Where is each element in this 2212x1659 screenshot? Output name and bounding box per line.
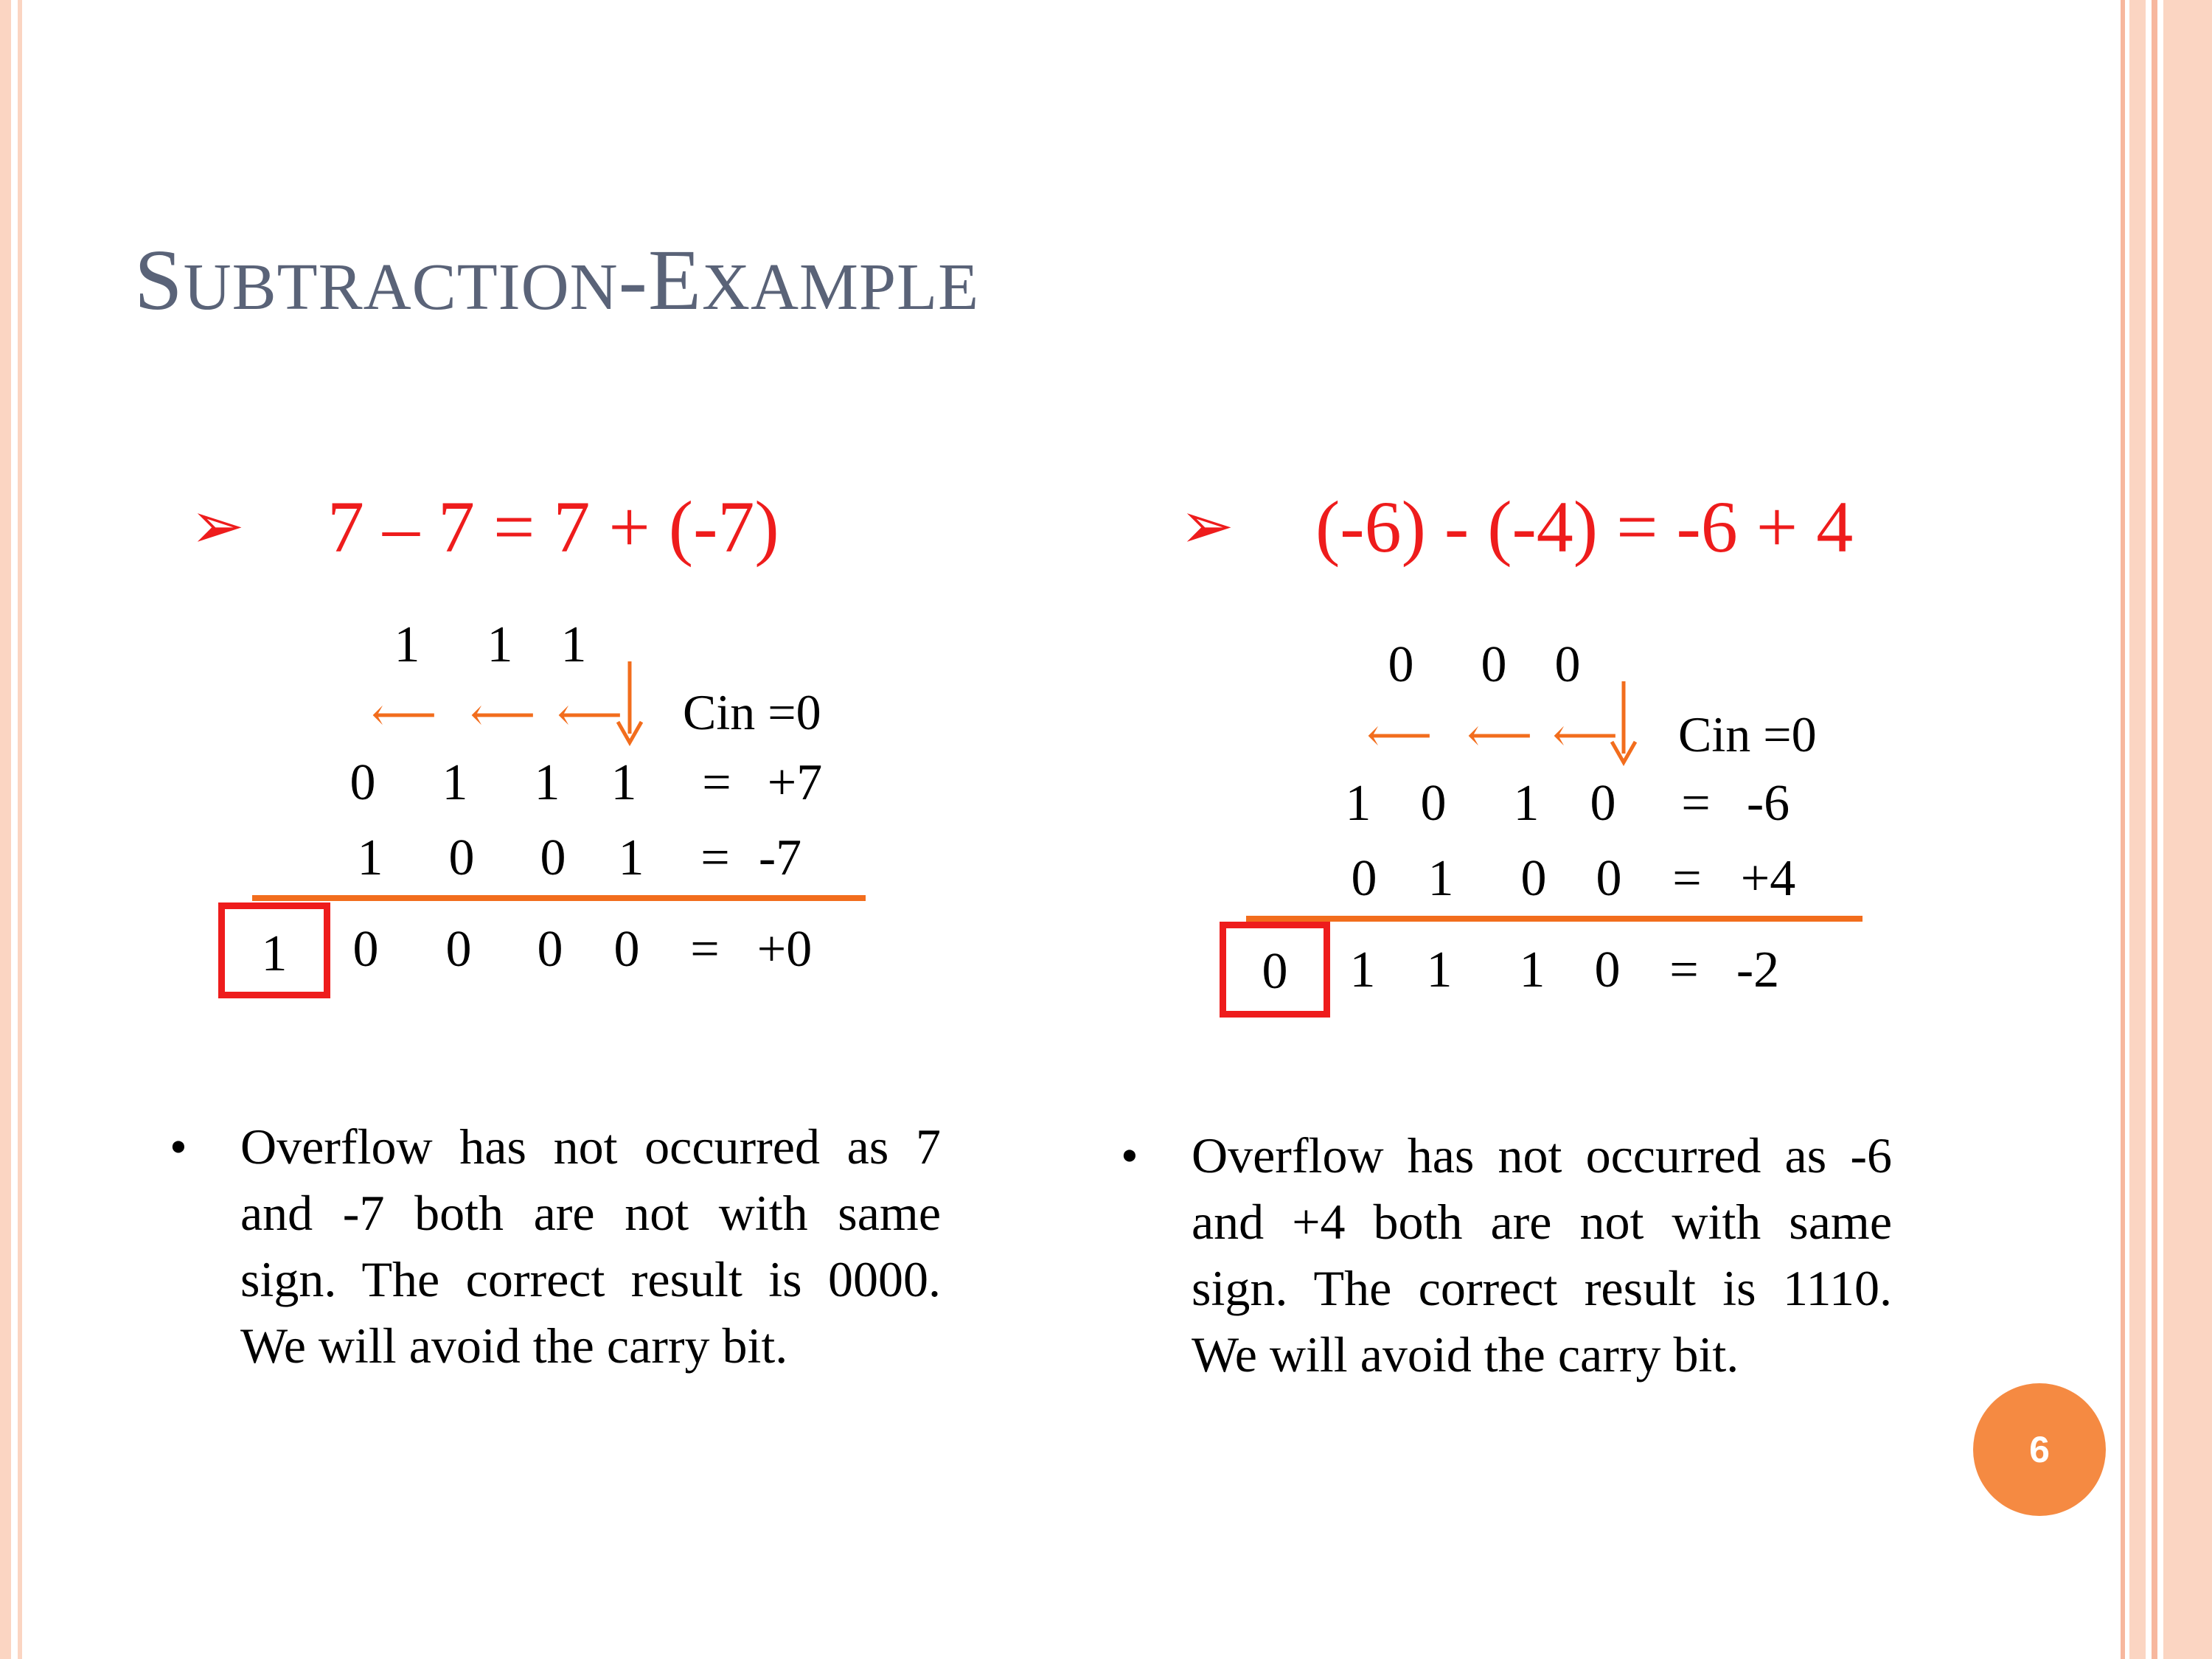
operand-digit: 1 [618, 830, 644, 886]
result-digit: 0 [613, 921, 640, 978]
equals-sign: = [1672, 850, 1702, 907]
result-digit: 1 [1519, 942, 1545, 998]
operand-digit: 1 [611, 754, 637, 811]
right-stripe [2163, 0, 2212, 1659]
left-heading: 7 – 7 = 7 + (-7) [327, 486, 779, 568]
decimal-value: +7 [767, 754, 823, 811]
carry-down-arrow-icon [1610, 681, 1638, 767]
result-digit: 0 [445, 921, 472, 978]
sum-rule [252, 895, 866, 901]
right-note: Overflow has not occurred as -6 and +4 b… [1192, 1127, 1892, 1382]
operand-digit: 0 [448, 830, 475, 886]
bullet-icon: • [170, 1119, 187, 1175]
decimal-value: -6 [1746, 775, 1790, 832]
operand-digit: 1 [534, 754, 560, 811]
result-digit: 1 [1426, 942, 1453, 998]
slide-title: SUBTRACTION-EXAMPLE [134, 232, 979, 328]
decimal-value: +4 [1740, 850, 1796, 907]
equals-sign: = [702, 754, 731, 811]
carry-left-arrow-icon: ⟵ [470, 690, 536, 740]
decimal-value: -2 [1736, 942, 1780, 998]
carry-digit: 0 [1388, 636, 1414, 693]
carry-digit: 1 [560, 616, 587, 673]
decimal-value: +0 [757, 921, 813, 978]
title-separator: - [618, 232, 648, 328]
carry-digit: 0 [1481, 636, 1507, 693]
operand-digit: 0 [349, 754, 376, 811]
equals-sign: = [1681, 775, 1711, 832]
arrow-bullet-icon: ➢ [190, 491, 245, 563]
right-stripe [2157, 0, 2163, 1659]
carry-left-arrow-icon: ⟵ [371, 690, 437, 740]
left-note: Overflow has not occurred as 7 and -7 bo… [240, 1119, 941, 1374]
page-number-badge: 6 [1973, 1383, 2106, 1516]
equals-sign: = [700, 830, 730, 886]
operand-digit: 1 [357, 830, 383, 886]
operand-digit: 0 [1596, 850, 1622, 907]
operand-digit: 1 [1427, 850, 1454, 907]
operand-digit: 0 [1351, 850, 1377, 907]
carry-left-arrow-icon: ⟵ [1467, 711, 1533, 761]
decimal-value: -7 [758, 830, 802, 886]
equals-sign: = [1669, 942, 1699, 998]
left-border-thin [18, 0, 22, 1659]
operand-digit: 0 [1420, 775, 1447, 832]
carry-down-arrow-icon [616, 661, 644, 747]
operand-digit: 1 [1345, 775, 1371, 832]
left-border [0, 0, 11, 1659]
right-heading: (-6) - (-4) = -6 + 4 [1315, 486, 1854, 568]
title-cap: S [134, 232, 184, 328]
carry-in-label: Cin =0 [1678, 706, 1817, 762]
result-digit: 0 [352, 921, 379, 978]
right-stripe [2121, 0, 2125, 1659]
sum-rule [1246, 916, 1863, 922]
operand-digit: 0 [1590, 775, 1616, 832]
carry-left-arrow-icon: ⟵ [1366, 711, 1433, 761]
right-stripe [2129, 0, 2146, 1659]
carry-digit: 1 [394, 616, 420, 673]
result-digit: 0 [1594, 942, 1621, 998]
operand-digit: 0 [1520, 850, 1547, 907]
title-small: XAMPLE [702, 251, 980, 324]
right-stripe [2146, 0, 2152, 1659]
carry-out-digit: 1 [261, 925, 288, 982]
operand-digit: 1 [442, 754, 468, 811]
carry-in-label: Cin =0 [683, 684, 821, 740]
title-cap: E [647, 232, 703, 328]
result-digit: 0 [537, 921, 563, 978]
result-digit: 1 [1349, 942, 1376, 998]
carry-left-arrow-icon: ⟵ [557, 690, 623, 740]
carry-digit: 1 [487, 616, 513, 673]
title-small: UBTRACTION [183, 251, 619, 324]
arrow-bullet-icon: ➢ [1180, 491, 1234, 563]
carry-digit: 0 [1554, 636, 1581, 693]
bullet-icon: • [1121, 1127, 1138, 1183]
operand-digit: 1 [1513, 775, 1540, 832]
equals-sign: = [690, 921, 720, 978]
carry-out-digit: 0 [1262, 943, 1288, 1000]
operand-digit: 0 [540, 830, 566, 886]
right-stripe [2152, 0, 2157, 1659]
